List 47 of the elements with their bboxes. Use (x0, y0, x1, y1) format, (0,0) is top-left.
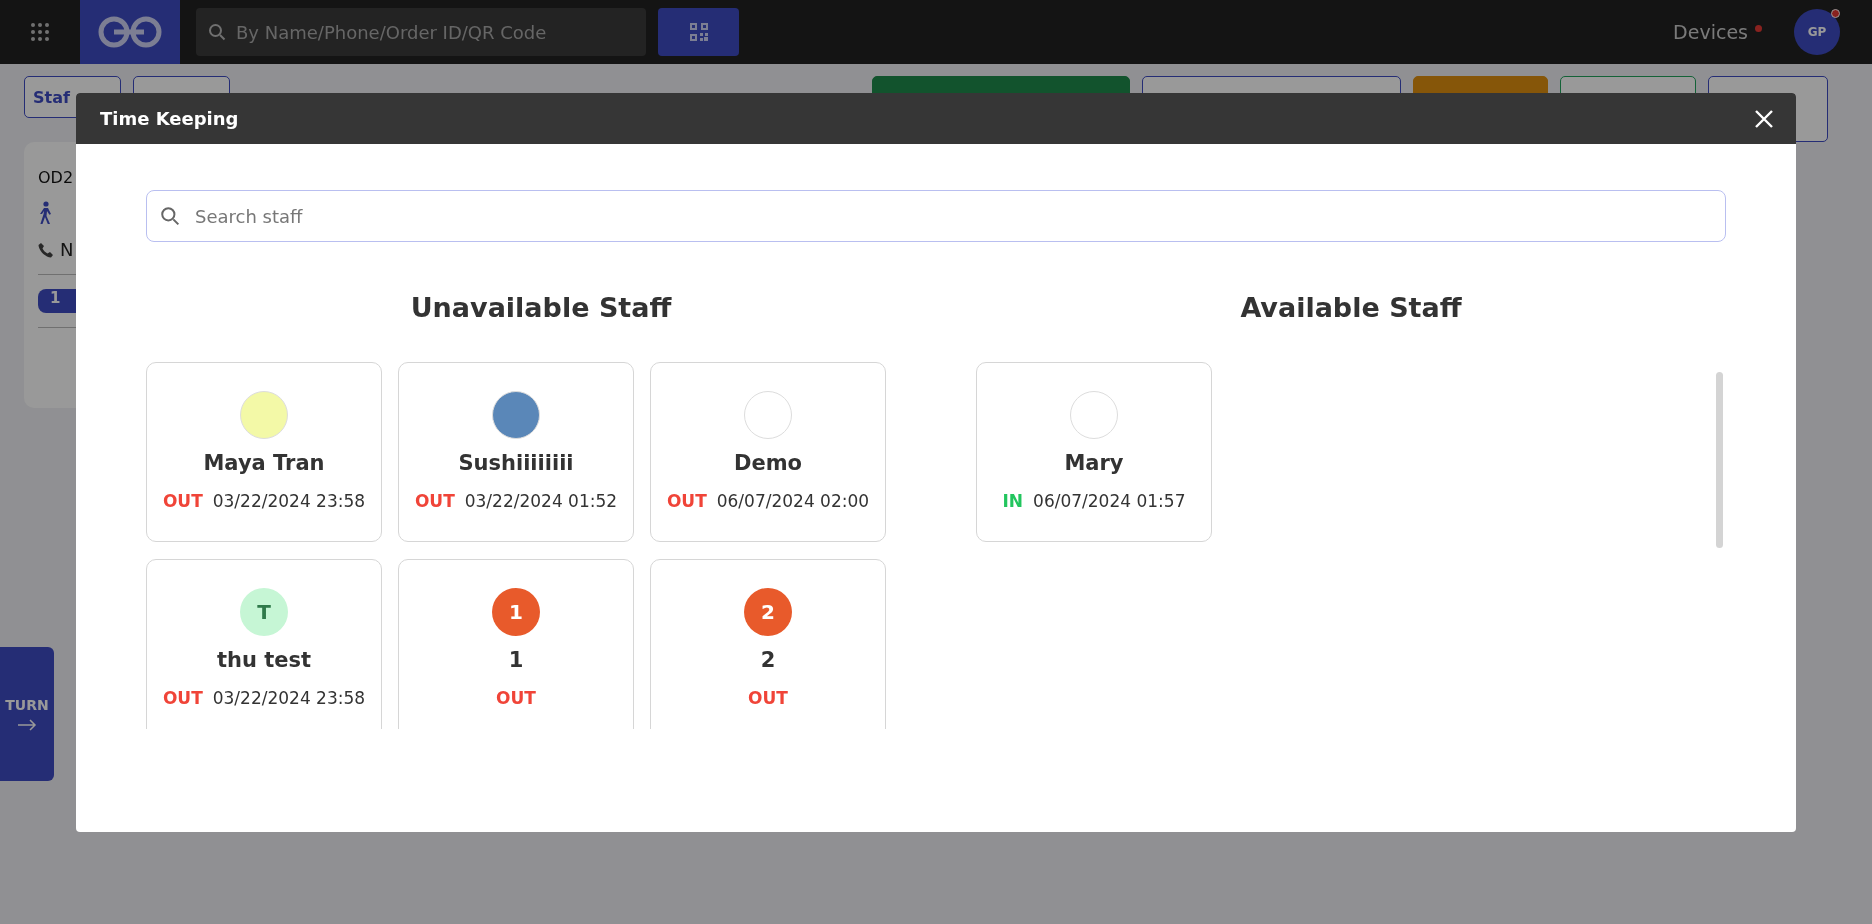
search-field[interactable]: By Name/Phone/Order ID/QR Code (196, 8, 646, 56)
timestamp: 03/22/2024 23:58 (212, 491, 366, 511)
status-label: OUT (748, 688, 788, 708)
staff-card[interactable]: Sushiiiiiiii OUT 03/22/2024 01:52 (398, 362, 634, 542)
section-title: Unavailable Staff (409, 292, 673, 325)
logo[interactable] (80, 0, 180, 64)
qr-code-button[interactable] (658, 8, 739, 56)
staff-card[interactable]: 1 1 OUT (398, 559, 634, 729)
staff-card[interactable]: Maya Tran OUT 03/22/2024 23:58 (146, 362, 382, 542)
staff-card[interactable]: Mary IN 06/07/2024 01:57 (976, 362, 1212, 542)
timestamp: 06/07/2024 01:57 (1033, 491, 1186, 511)
user-avatar[interactable]: GP (1794, 9, 1840, 55)
status-label: OUT (162, 491, 203, 511)
staff-name: Mary (1064, 451, 1124, 475)
staff-search-field[interactable]: Search staff (146, 190, 1726, 242)
link-icon (97, 15, 163, 49)
status-label: OUT (496, 688, 536, 708)
walking-person-icon (38, 201, 54, 225)
staff-name: thu test (216, 648, 312, 672)
staff-card[interactable]: T thu test OUT 03/22/2024 23:58 (146, 559, 382, 729)
staff-name: Maya Tran (203, 451, 325, 475)
timestamp: 03/22/2024 23:58 (212, 688, 366, 708)
staff-name: 2 (760, 648, 776, 672)
avatar-initial: 1 (492, 588, 540, 636)
scrollbar[interactable] (1716, 372, 1723, 548)
devices-link[interactable]: Devices (1673, 21, 1762, 43)
order-code: OD2 (38, 168, 74, 187)
staff-card[interactable]: 2 2 OUT (650, 559, 886, 729)
phone-icon (38, 241, 54, 258)
timestamp: 06/07/2024 02:00 (716, 491, 870, 511)
staff-name: Demo (734, 451, 802, 475)
timestamp: 03/22/2024 01:52 (464, 491, 618, 511)
grid-icon (30, 22, 50, 42)
status-label: IN (1002, 491, 1024, 511)
avatar-initial: T (240, 588, 288, 636)
status-label: OUT (414, 491, 455, 511)
phone-number: N (60, 239, 74, 260)
staff-name: 1 (508, 648, 524, 672)
turn-button[interactable]: TURN (0, 647, 54, 781)
status-label: OUT (666, 491, 707, 511)
staff-name: Sushiiiiiiii (458, 451, 574, 475)
status-label: OUT (162, 688, 203, 708)
section-title: Available Staff (1239, 292, 1463, 325)
arrow-right-icon (17, 719, 37, 731)
staff-card[interactable]: Demo OUT 06/07/2024 02:00 (650, 362, 886, 542)
qr-code-icon (688, 22, 709, 42)
avatar-initial: 2 (744, 588, 792, 636)
